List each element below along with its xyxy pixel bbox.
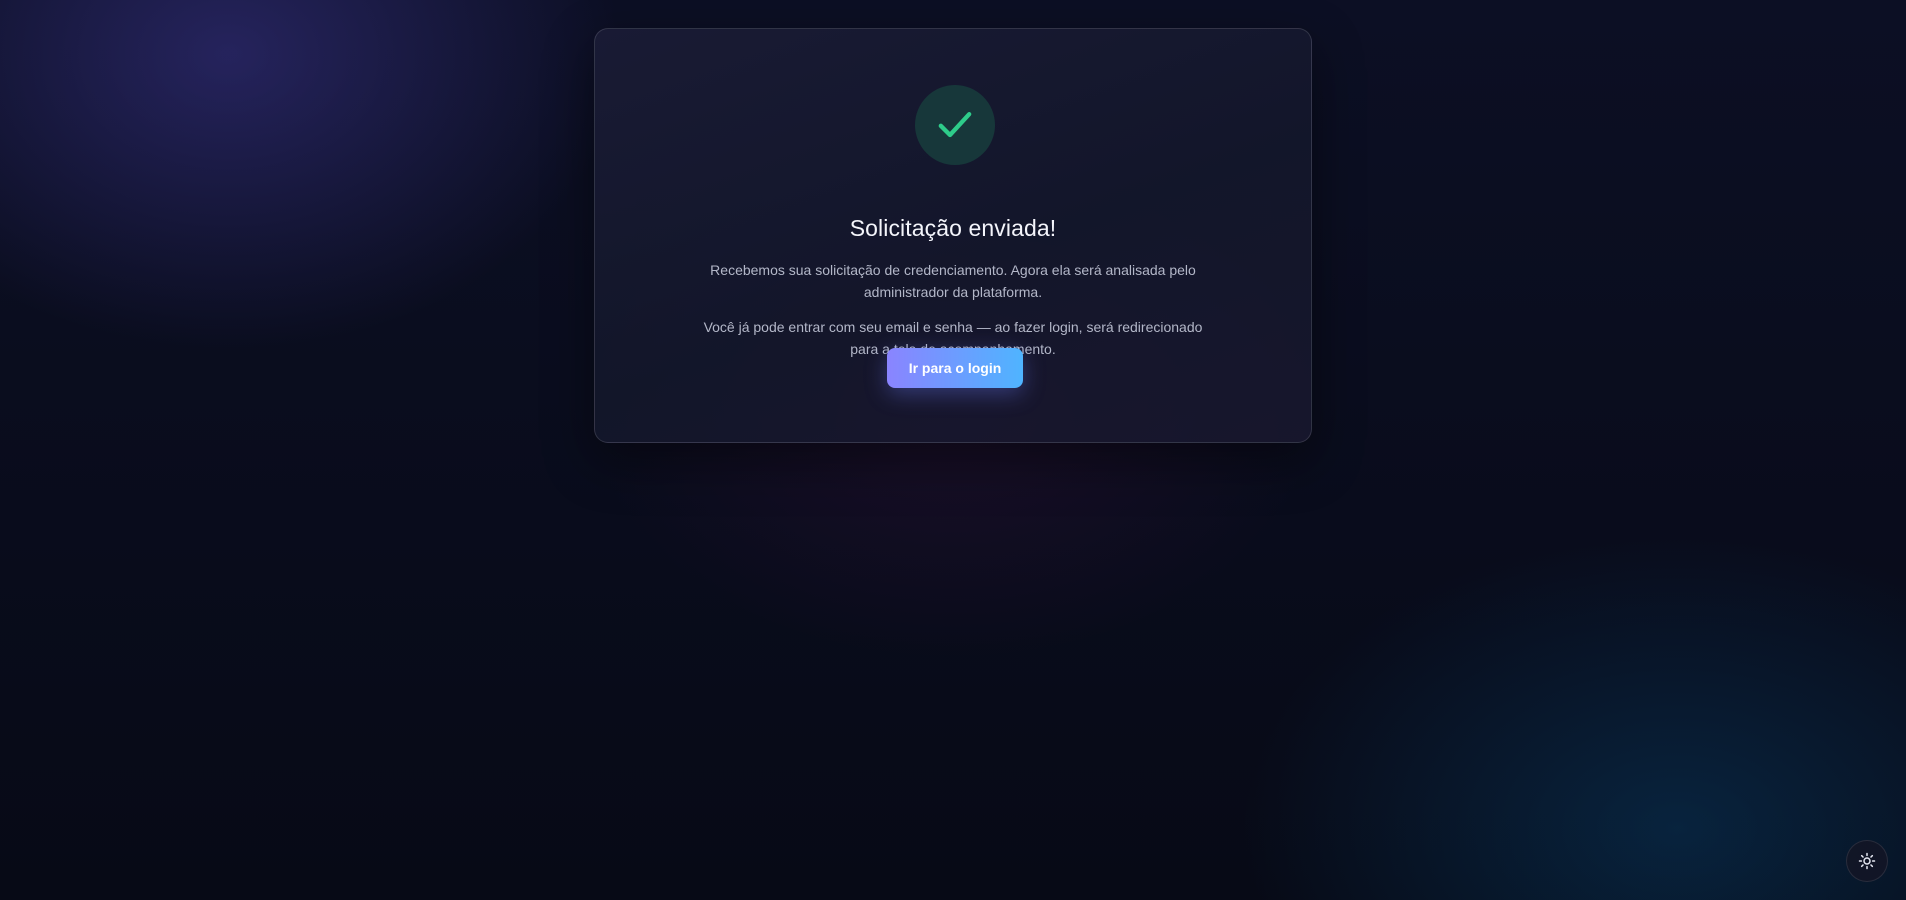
theme-toggle-button[interactable] — [1846, 840, 1888, 882]
success-card: Solicitação enviada! Recebemos sua solic… — [594, 28, 1312, 443]
success-badge — [915, 85, 995, 165]
check-icon — [938, 112, 972, 138]
go-to-login-button[interactable]: Ir para o login — [887, 348, 1023, 388]
sun-icon — [1858, 852, 1876, 870]
